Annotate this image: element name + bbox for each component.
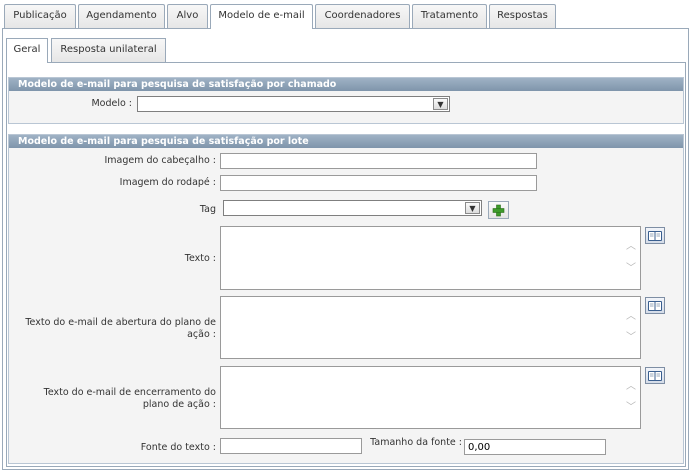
tag-label: Tag: [199, 204, 216, 215]
scroll-up-icon[interactable]: ︿: [624, 311, 638, 323]
fonte-texto-label: Fonte do texto :: [140, 442, 216, 453]
tab-tratamento[interactable]: Tratamento: [412, 4, 487, 28]
texto-textarea[interactable]: ︿ ﹀: [220, 226, 641, 290]
tab-modelo-de-email[interactable]: Modelo de e-mail: [210, 4, 313, 29]
tab-publicacao[interactable]: Publicação: [4, 4, 76, 28]
subtab-resposta-unilateral[interactable]: Resposta unilateral: [51, 38, 166, 62]
scrollbar[interactable]: ︿ ﹀: [624, 227, 638, 289]
scroll-down-icon[interactable]: ﹀: [624, 263, 638, 275]
texto-abertura-label-line2: ação :: [187, 329, 216, 340]
scroll-down-icon[interactable]: ﹀: [624, 332, 638, 344]
main-tabs: Publicação Agendamento Alvo Modelo de e-…: [4, 4, 687, 29]
texto-abertura-label-line1: Texto do e-mail de abertura do plano de: [25, 317, 216, 328]
fonte-texto-input[interactable]: [220, 438, 362, 454]
tab-respostas[interactable]: Respostas: [489, 4, 556, 28]
tab-agendamento[interactable]: Agendamento: [78, 4, 165, 28]
texto-encerramento-textarea[interactable]: ︿ ﹀: [220, 366, 641, 429]
scrollbar[interactable]: ︿ ﹀: [624, 367, 638, 428]
texto-abertura-textarea[interactable]: ︿ ﹀: [220, 296, 641, 359]
texto-encerramento-label: Texto do e-mail de encerramento do plano…: [10, 387, 216, 411]
scroll-down-icon[interactable]: ﹀: [624, 402, 638, 414]
tab-alvo[interactable]: Alvo: [167, 4, 208, 28]
book-icon: [648, 230, 662, 241]
scrollbar[interactable]: ︿ ﹀: [624, 297, 638, 358]
book-icon: [648, 300, 662, 311]
tab-coordenadores[interactable]: Coordenadores: [315, 4, 410, 28]
texto-encerramento-label-line2: plano de ação :: [142, 399, 216, 410]
scroll-up-icon[interactable]: ︿: [624, 241, 638, 253]
imagem-cabecalho-label: Imagem do cabeçalho :: [104, 155, 216, 166]
tag-select[interactable]: ▼: [223, 200, 482, 216]
imagem-rodape-label: Imagem do rodapé :: [119, 177, 216, 188]
plus-icon: [492, 204, 505, 216]
modelo-select[interactable]: ▼: [137, 96, 450, 112]
book-icon: [648, 370, 662, 381]
tamanho-fonte-input[interactable]: [464, 439, 606, 455]
texto-book-button[interactable]: [645, 227, 665, 244]
texto-abertura-label: Texto do e-mail de abertura do plano de …: [10, 317, 216, 341]
chevron-down-icon: ▼: [465, 202, 480, 214]
section-chamado-title: Modelo de e-mail para pesquisa de satisf…: [9, 78, 683, 91]
imagem-rodape-input[interactable]: [220, 175, 537, 191]
texto-label: Texto :: [184, 253, 216, 264]
section-lote-title: Modelo de e-mail para pesquisa de satisf…: [9, 135, 683, 148]
tamanho-fonte-label: Tamanho da fonte :: [370, 437, 462, 448]
modelo-label: Modelo :: [91, 98, 132, 109]
texto-encerramento-book-button[interactable]: [645, 367, 665, 384]
texto-abertura-book-button[interactable]: [645, 297, 665, 314]
subtab-geral[interactable]: Geral: [6, 38, 48, 63]
add-tag-button[interactable]: [488, 201, 509, 219]
texto-encerramento-label-line1: Texto do e-mail de encerramento do: [43, 387, 216, 398]
imagem-cabecalho-input[interactable]: [220, 153, 537, 169]
chevron-down-icon: ▼: [433, 98, 448, 110]
scroll-up-icon[interactable]: ︿: [624, 381, 638, 393]
